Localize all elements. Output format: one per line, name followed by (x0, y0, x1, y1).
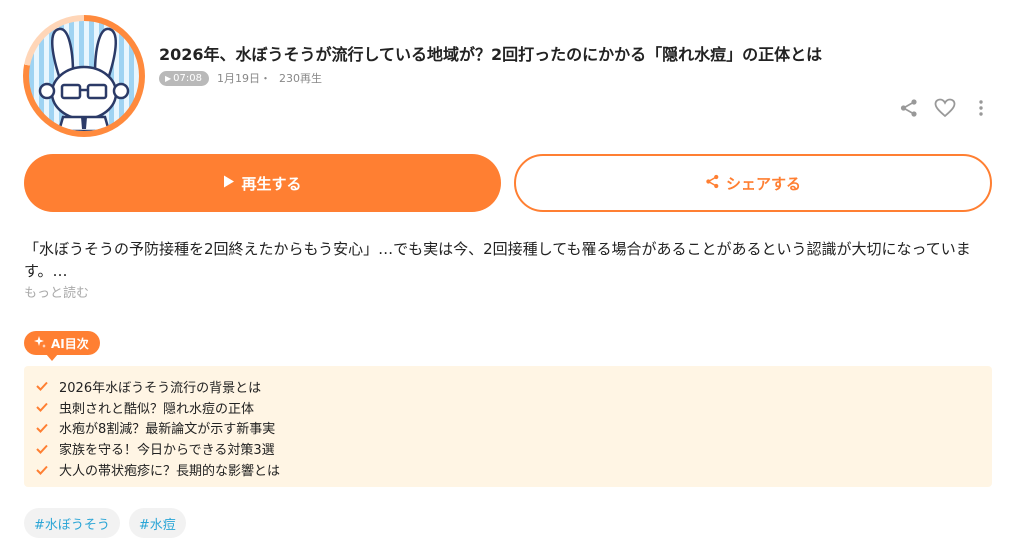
check-icon (35, 400, 49, 414)
share-button-label: シェアする (725, 174, 801, 193)
ai-table-of-contents: 2026年水ぼうそう流行の背景とは 虫刺されと酷似？隠れ水痘の正体 水疱が8割減… (24, 366, 992, 487)
publish-date: 1月19日・ (216, 72, 271, 85)
episode-meta: ▶ 07:08 1月19日・ 230再生 (159, 70, 322, 86)
play-icon (223, 174, 235, 192)
ai-toc-label: AI目次 (51, 336, 89, 351)
toc-item[interactable]: 大人の帯状疱疹に？長期的な影響とは (35, 459, 992, 480)
episode-description: 「水ぼうそうの予防接種を2回終えたからもう安心」…でも実は今、2回接種しても罹る… (24, 240, 971, 280)
share-icon[interactable] (898, 97, 920, 119)
podcast-avatar[interactable] (23, 15, 145, 137)
toc-item[interactable]: 虫刺されと酷似？隠れ水痘の正体 (35, 397, 992, 418)
play-button-label: 再生する (241, 174, 302, 193)
check-icon (35, 442, 49, 456)
tag-chip[interactable]: #水痘 (128, 508, 186, 538)
duration-badge: ▶ 07:08 (159, 70, 209, 86)
toc-item-label: 水疱が8割減？最新論文が示す新事実 (59, 422, 276, 438)
episode-actions (898, 97, 992, 119)
toc-item[interactable]: 水疱が8割減？最新論文が示す新事実 (35, 418, 992, 439)
toc-item-label: 虫刺されと酷似？隠れ水痘の正体 (59, 401, 255, 417)
ai-toc-badge: AI目次 (24, 331, 100, 361)
duration-text: 07:08 (173, 72, 202, 84)
share-icon (705, 174, 720, 193)
check-icon (35, 421, 49, 435)
rabbit-character-image (29, 21, 139, 131)
more-vertical-icon[interactable] (970, 97, 992, 119)
play-count: 230再生 (278, 72, 322, 85)
read-more-link[interactable]: もっと読む (24, 282, 89, 301)
tag-chip[interactable]: #水ぼうそう (24, 508, 120, 538)
share-button[interactable]: シェアする (514, 154, 992, 212)
toc-item-label: 家族を守る！今日からできる対策3選 (59, 443, 275, 459)
toc-item[interactable]: 家族を守る！今日からできる対策3選 (35, 438, 992, 459)
check-icon (35, 463, 49, 477)
heart-icon[interactable] (934, 97, 956, 119)
toc-item-label: 2026年水ぼうそう流行の背景とは (59, 380, 262, 396)
sparkle-icon (33, 335, 47, 352)
play-small-icon: ▶ (165, 73, 172, 83)
toc-item-label: 大人の帯状疱疹に？長期的な影響とは (59, 464, 281, 480)
check-icon (35, 379, 49, 393)
tag-list: #水ぼうそう #水痘 (24, 508, 186, 538)
episode-title: 2026年、水ぼうそうが流行している地域が？2回打ったのにかかる「隠れ水痘」の正… (159, 45, 823, 64)
toc-item[interactable]: 2026年水ぼうそう流行の背景とは (35, 376, 992, 397)
play-button[interactable]: 再生する (24, 154, 501, 212)
